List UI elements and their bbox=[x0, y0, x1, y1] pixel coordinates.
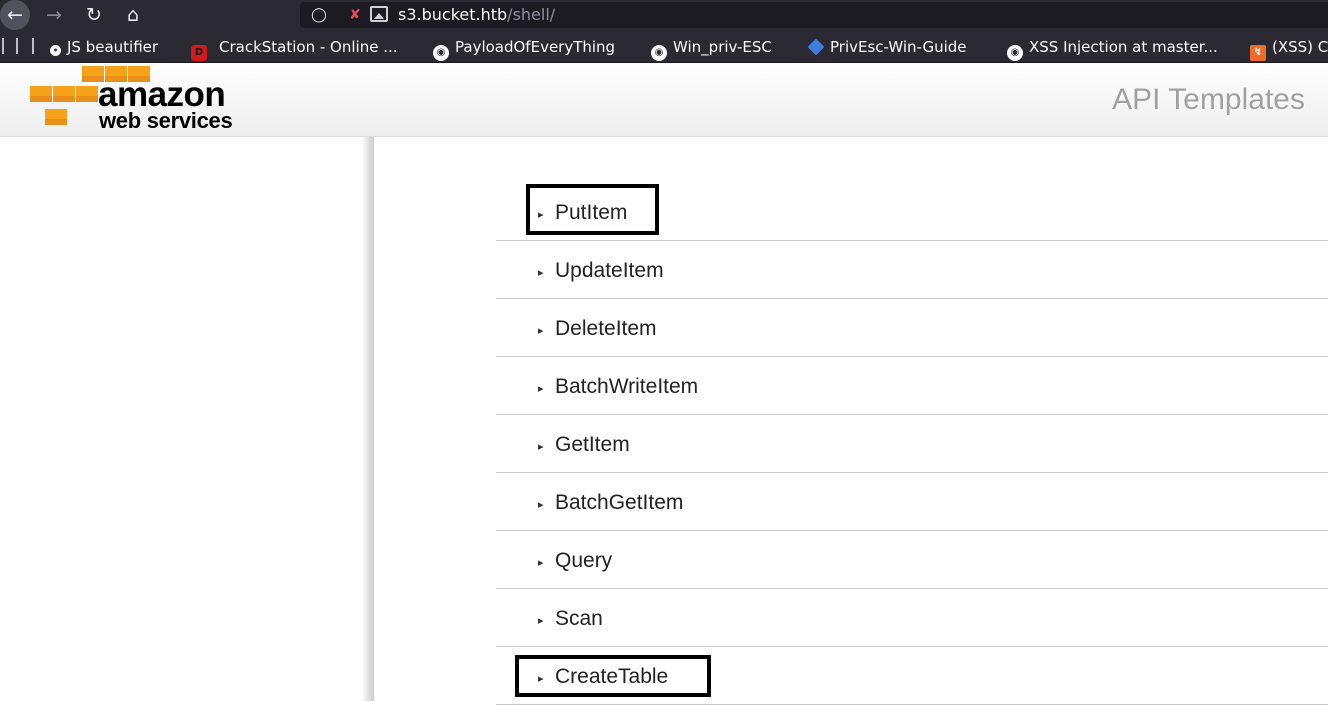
bookmark-label: XSS Injection at master... bbox=[1029, 38, 1218, 56]
image-icon[interactable] bbox=[370, 6, 388, 22]
logo-cube bbox=[53, 86, 75, 102]
logo-cube bbox=[45, 109, 67, 125]
portswigger-icon: ↯ bbox=[1250, 45, 1266, 61]
bookmark-payloadofeverything[interactable]: ◉ PayloadOfEveryThing bbox=[433, 37, 616, 61]
bookmark-xss-c[interactable]: ↯ (XSS) C bbox=[1250, 37, 1328, 61]
expand-arrow-icon: ▸ bbox=[538, 324, 544, 337]
url-text[interactable]: s3.bucket.htb/shell/ bbox=[398, 4, 555, 26]
bookmark-js-beautifier[interactable]: • JS beautifier bbox=[50, 37, 158, 57]
template-query[interactable]: ▸ Query bbox=[496, 531, 1328, 589]
bookmark-label: PrivEsc-Win-Guide bbox=[830, 38, 967, 56]
expand-arrow-icon: ▸ bbox=[538, 498, 544, 511]
page-title: API Templates bbox=[1112, 83, 1305, 116]
bookmark-label: Win_priv-ESC bbox=[673, 38, 772, 56]
bookmark-crackstation[interactable]: D CrackStation - Online ... bbox=[191, 37, 398, 61]
url-path: /shell/ bbox=[507, 5, 556, 24]
logo-cube bbox=[30, 86, 52, 102]
github-icon: ◉ bbox=[1007, 45, 1023, 61]
expand-arrow-icon: ▸ bbox=[538, 266, 544, 279]
url-host: s3.bucket.htb bbox=[398, 5, 508, 24]
highlight-box-putitem bbox=[526, 184, 659, 235]
bookmark-label: JS beautifier bbox=[67, 38, 159, 56]
bookmark-xss-injection[interactable]: ◉ XSS Injection at master... bbox=[1007, 37, 1218, 61]
shield-icon[interactable]: ◯ bbox=[310, 5, 328, 25]
template-batchgetitem[interactable]: ▸ BatchGetItem bbox=[496, 473, 1328, 531]
logo-wordmark-web-services: web services bbox=[99, 108, 233, 133]
bookmark-separator bbox=[16, 38, 18, 54]
bookmark-privesc-win-guide[interactable]: PrivEsc-Win-Guide bbox=[807, 37, 967, 57]
template-label: UpdateItem bbox=[555, 259, 664, 282]
template-getitem[interactable]: ▸ GetItem bbox=[496, 415, 1328, 473]
sidebar-divider bbox=[362, 137, 374, 701]
template-deleteitem[interactable]: ▸ DeleteItem bbox=[496, 299, 1328, 357]
template-label: BatchWriteItem bbox=[555, 375, 699, 398]
template-batchwriteitem[interactable]: ▸ BatchWriteItem bbox=[496, 357, 1328, 415]
bookmark-separator bbox=[2, 38, 4, 54]
github-icon: ◉ bbox=[433, 45, 449, 61]
bookmark-separator bbox=[32, 38, 34, 54]
browser-toolbar: ← → ↻ ⌂ ◯ ✘ s3.bucket.htb/shell/ bbox=[0, 0, 1328, 30]
template-scan[interactable]: ▸ Scan bbox=[496, 589, 1328, 647]
bookmark-label: PayloadOfEveryThing bbox=[455, 38, 616, 56]
bookmark-label: (XSS) C bbox=[1272, 38, 1328, 56]
expand-arrow-icon: ▸ bbox=[538, 556, 544, 569]
reload-icon[interactable]: ↻ bbox=[82, 3, 106, 27]
github-icon: ◉ bbox=[651, 45, 667, 61]
expand-arrow-icon: ▸ bbox=[538, 382, 544, 395]
back-arrow-icon[interactable]: ← bbox=[0, 0, 30, 30]
template-label: BatchGetItem bbox=[555, 491, 684, 514]
template-updateitem[interactable]: ▸ UpdateItem bbox=[496, 241, 1328, 299]
template-label: Scan bbox=[555, 607, 603, 630]
bookmarks-bar: • JS beautifier D CrackStation - Online ..… bbox=[0, 30, 1328, 63]
template-label: Query bbox=[555, 549, 613, 572]
api-templates-list: ▸ PutItem ▸ UpdateItem ▸ DeleteItem ▸ Ba… bbox=[496, 183, 1328, 705]
highlight-box-createtable bbox=[515, 655, 711, 697]
blocked-permission-icon[interactable]: ✘ bbox=[346, 5, 364, 25]
expand-arrow-icon: ▸ bbox=[538, 440, 544, 453]
crackstation-icon: D bbox=[191, 45, 207, 61]
forward-arrow-icon[interactable]: → bbox=[42, 3, 66, 27]
bug-icon: • bbox=[50, 45, 61, 56]
gitbook-icon bbox=[807, 38, 825, 56]
bookmark-label: CrackStation - Online ... bbox=[219, 38, 398, 56]
bookmark-win-priv-esc[interactable]: ◉ Win_priv-ESC bbox=[651, 37, 772, 61]
expand-arrow-icon: ▸ bbox=[538, 614, 544, 627]
home-icon[interactable]: ⌂ bbox=[121, 3, 145, 27]
template-label: DeleteItem bbox=[555, 317, 657, 340]
template-label: GetItem bbox=[555, 433, 630, 456]
logo-cube bbox=[76, 86, 98, 102]
